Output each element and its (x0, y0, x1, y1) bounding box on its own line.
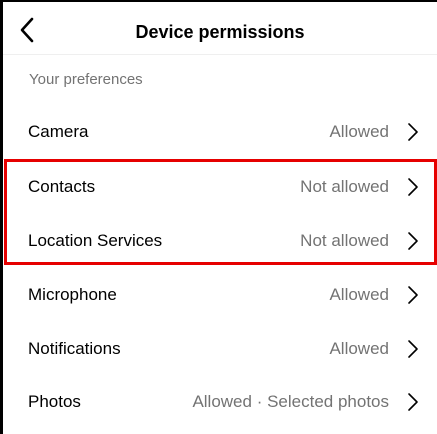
section-heading: Your preferences (29, 71, 143, 88)
permission-row-microphone[interactable]: Microphone Allowed (3, 268, 437, 321)
permission-status: Not allowed (300, 177, 389, 196)
header-divider (3, 54, 437, 55)
chevron-right-icon (407, 177, 419, 197)
chevron-right-icon (407, 392, 419, 412)
chevron-right-icon (407, 122, 419, 142)
page-title: Device permissions (135, 22, 305, 42)
permission-row-camera[interactable]: Camera Allowed (3, 105, 437, 158)
permission-row-contacts[interactable]: Contacts Not allowed (3, 160, 437, 213)
permission-status: Allowed (329, 339, 389, 358)
chevron-right-icon (407, 339, 419, 359)
chevron-right-icon (407, 231, 419, 251)
permission-status: Allowed (329, 285, 389, 304)
permission-label: Notifications (28, 339, 121, 358)
permission-label: Contacts (28, 177, 96, 196)
permission-label: Camera (28, 122, 89, 141)
permission-label: Photos (28, 392, 81, 411)
permission-row-location-services[interactable]: Location Services Not allowed (3, 214, 437, 267)
permission-status: Not allowed (300, 231, 389, 250)
permission-row-photos[interactable]: Photos Allowed · Selected photos (3, 375, 437, 428)
permission-row-notifications[interactable]: Notifications Allowed (3, 322, 437, 375)
header-bar: Device permissions (3, 2, 437, 54)
permission-status: Allowed · Selected photos (192, 392, 389, 411)
chevron-right-icon (407, 285, 419, 305)
permission-label: Location Services (28, 231, 163, 250)
permission-label: Microphone (28, 285, 117, 304)
permission-status: Allowed (329, 122, 389, 141)
